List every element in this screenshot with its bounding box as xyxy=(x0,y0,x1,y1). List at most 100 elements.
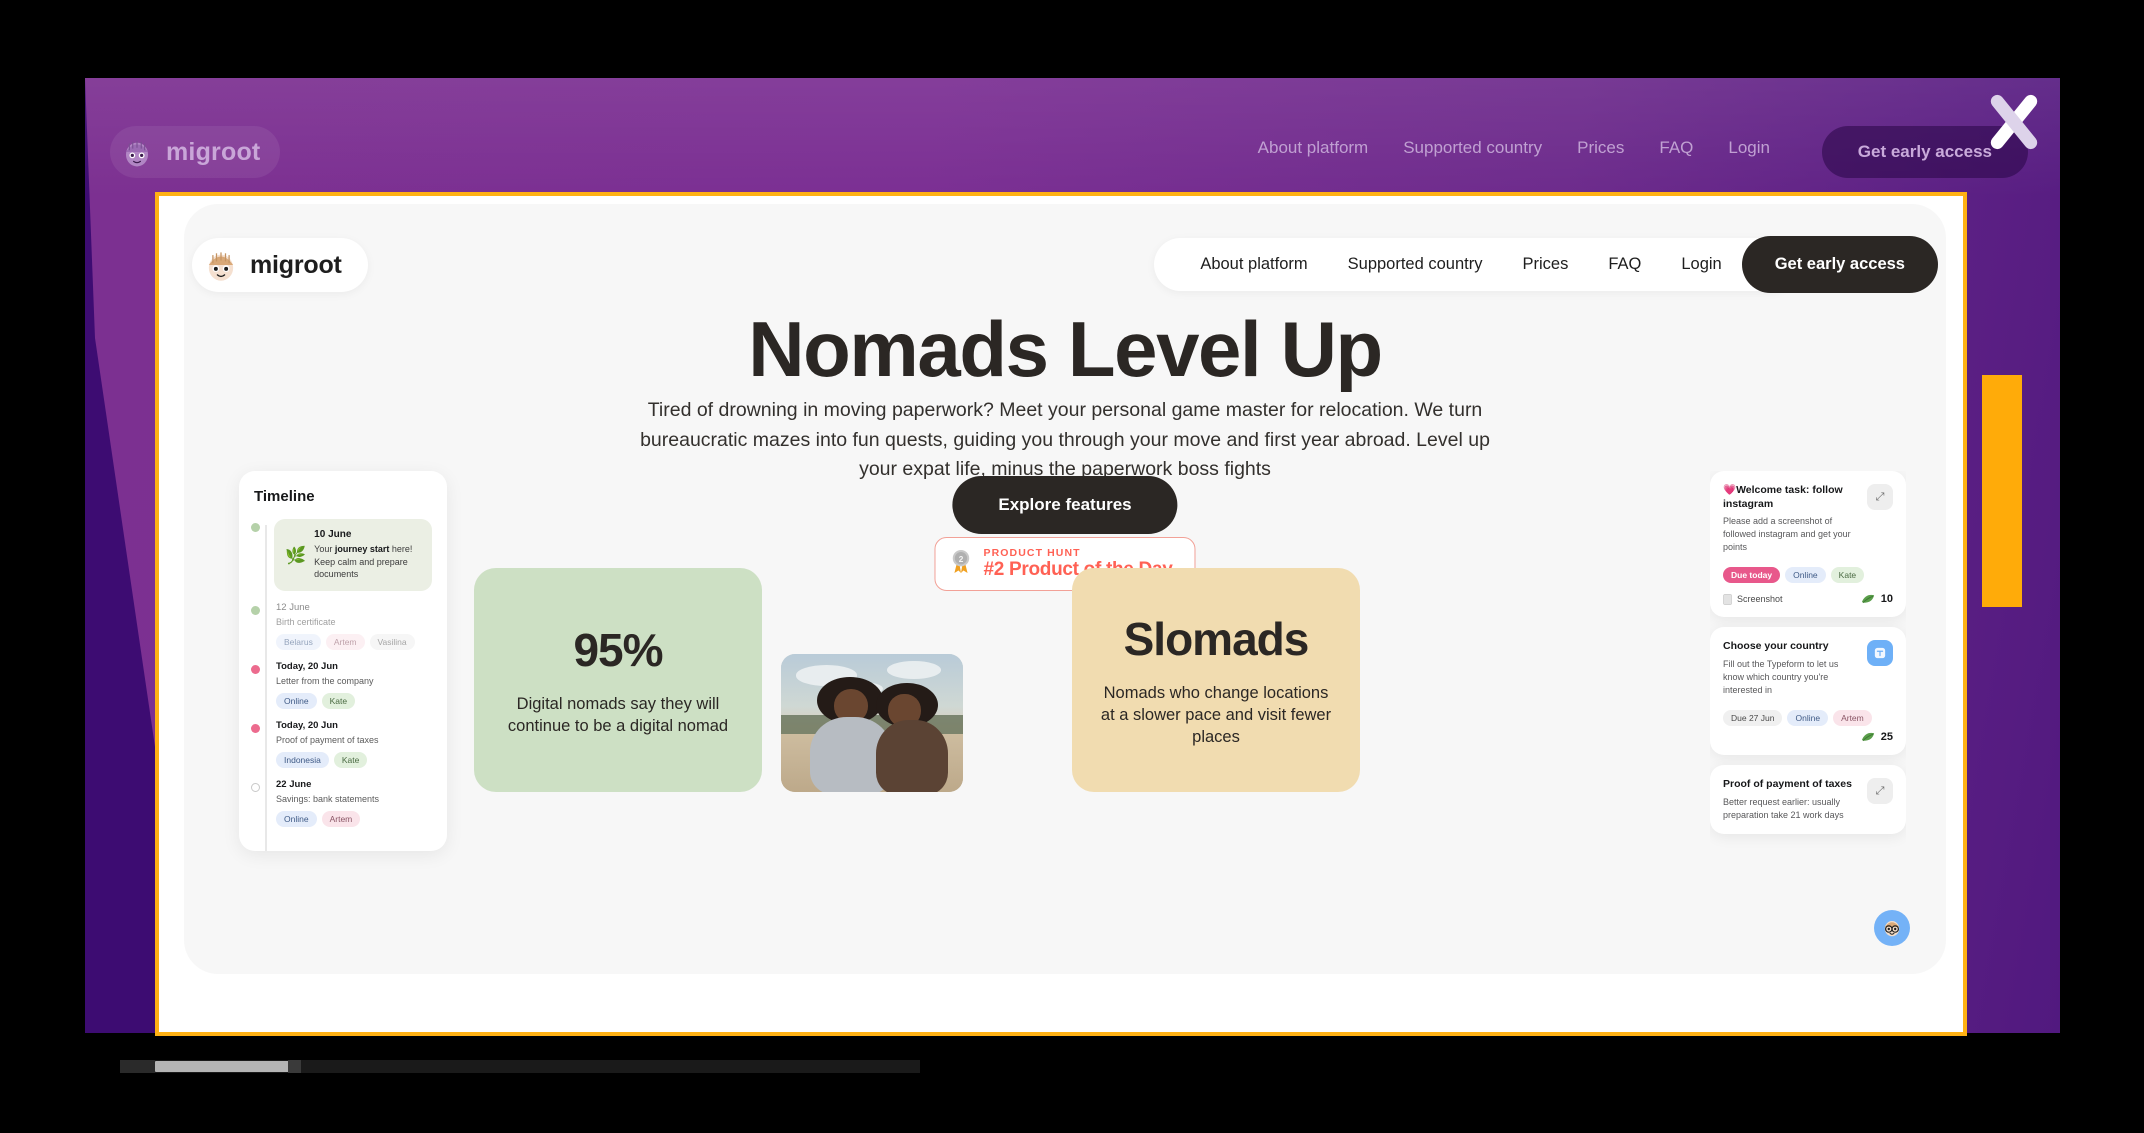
timeline-item[interactable]: Today, 20 Jun Letter from the company On… xyxy=(251,661,432,710)
bg-nav-item-about[interactable]: About platform xyxy=(1258,138,1369,158)
scrollbar-thumb[interactable] xyxy=(155,1061,290,1072)
timeline-dot xyxy=(251,605,260,615)
page-title: Nomads Level Up xyxy=(748,305,1383,393)
timeline-dot xyxy=(251,523,260,532)
status-badge: Due 27 Jun xyxy=(1723,710,1783,727)
modal-nav: About platform Supported country Prices … xyxy=(1154,236,1938,293)
task-desc: Better request earlier: usually preparat… xyxy=(1723,796,1844,820)
timeline-dot xyxy=(251,783,260,793)
task-points: 10 xyxy=(1861,593,1893,605)
task-title: 💗Welcome task: follow instagram xyxy=(1723,484,1843,510)
timeline-date: 22 June xyxy=(276,779,312,791)
tag: Online xyxy=(1787,710,1829,727)
task-header: Proof of payment of taxes Better request… xyxy=(1723,778,1893,822)
horizontal-scrollbar[interactable] xyxy=(120,1060,920,1073)
background-logo[interactable]: migroot xyxy=(110,126,281,178)
task-card-welcome[interactable]: 💗Welcome task: follow instagram Please a… xyxy=(1710,471,1906,618)
tag: Kate xyxy=(321,693,356,710)
timeline-dot xyxy=(251,724,260,734)
timeline-item[interactable]: 22 June Savings: bank statements Online … xyxy=(251,779,432,828)
nav-item-faq[interactable]: FAQ xyxy=(1608,255,1641,274)
svg-text:2: 2 xyxy=(959,555,964,564)
timeline-item[interactable]: 12 June Birth certificate Belarus Artem … xyxy=(251,601,432,650)
tag: Artem xyxy=(321,811,361,828)
stat-value: Slomads xyxy=(1123,612,1310,665)
task-points-value: 25 xyxy=(1880,731,1893,744)
migroot-avatar-icon xyxy=(203,247,239,283)
task-attachment[interactable]: Screenshot xyxy=(1723,594,1783,605)
scrollbar-left-region[interactable] xyxy=(120,1060,155,1073)
timeline-desc: Proof of payment of taxes xyxy=(276,735,379,746)
task-tags: Due 27 Jun Online Artem 25 xyxy=(1723,710,1893,743)
stat-caption: Digital nomads say they will continue to… xyxy=(507,694,729,735)
timeline-tags: Online Kate xyxy=(276,693,432,710)
timeline-hero-desc: Your journey start here! Keep calm and p… xyxy=(314,544,413,580)
timeline-hero-box: 🌿 10 June Your journey start here! Keep … xyxy=(274,519,432,591)
task-header: Choose your country Fill out the Typefor… xyxy=(1723,640,1893,697)
tag: Belarus xyxy=(276,633,321,650)
typeform-icon[interactable] xyxy=(1867,640,1893,667)
plant-icon: 🌿 xyxy=(285,546,307,565)
modal-logo[interactable]: migroot xyxy=(192,238,368,292)
background-nav: About platform Supported country Prices … xyxy=(1258,138,1770,158)
document-icon xyxy=(1723,594,1732,605)
nav-item-about-platform[interactable]: About platform xyxy=(1200,255,1307,274)
timeline-desc: Birth certificate xyxy=(276,616,336,627)
task-list: 💗Welcome task: follow instagram Please a… xyxy=(1710,471,1906,856)
task-points-value: 10 xyxy=(1880,593,1893,606)
get-early-access-button[interactable]: Get early access xyxy=(1741,236,1938,293)
bg-nav-item-supported-country[interactable]: Supported country xyxy=(1403,138,1542,158)
status-badge: Due today xyxy=(1723,567,1781,584)
task-header: 💗Welcome task: follow instagram Please a… xyxy=(1723,484,1893,554)
nav-item-login[interactable]: Login xyxy=(1681,255,1721,274)
nav-item-prices[interactable]: Prices xyxy=(1522,255,1568,274)
timeline-date: 12 June xyxy=(276,601,310,613)
timeline-tags: Indonesia Kate xyxy=(276,752,432,769)
screen: migroot About platform Supported country… xyxy=(0,0,2144,1133)
task-points: 25 xyxy=(1861,731,1893,743)
task-attachment-label: Screenshot xyxy=(1737,594,1783,605)
timeline-item[interactable]: Today, 20 Jun Proof of payment of taxes … xyxy=(251,720,432,769)
task-card-choose-country[interactable]: Choose your country Fill out the Typefor… xyxy=(1710,627,1906,756)
tag: Artem xyxy=(1833,710,1872,727)
timeline-hero-item[interactable]: 🌿 10 June Your journey start here! Keep … xyxy=(251,519,432,591)
close-x-icon[interactable] xyxy=(1974,82,2054,162)
hero-subtitle: Tired of drowning in moving paperwork? M… xyxy=(640,399,1490,481)
explore-features-button[interactable]: Explore features xyxy=(952,476,1178,534)
modal-nav-pill: About platform Supported country Prices … xyxy=(1154,238,1796,291)
task-desc: Fill out the Typeform to let us know whi… xyxy=(1723,659,1839,696)
arrow-down-right-icon[interactable]: ⤢ xyxy=(1867,778,1893,805)
tag: Indonesia xyxy=(276,752,329,769)
tag: Online xyxy=(1785,567,1826,584)
bg-nav-item-prices[interactable]: Prices xyxy=(1577,138,1624,158)
leaf-icon xyxy=(1861,733,1874,742)
support-chat-button[interactable] xyxy=(1874,910,1910,946)
stat-value: 95% xyxy=(573,623,663,676)
beach-photo xyxy=(781,654,963,792)
bg-nav-item-faq[interactable]: FAQ xyxy=(1659,138,1693,158)
task-card-proof-of-taxes[interactable]: Proof of payment of taxes Better request… xyxy=(1710,765,1906,834)
task-tags: Due today Online Kate xyxy=(1723,567,1893,584)
tag: Vasilina xyxy=(369,633,415,650)
task-title: Proof of payment of taxes xyxy=(1723,778,1852,791)
bg-nav-item-login[interactable]: Login xyxy=(1728,138,1770,158)
timeline-desc: Savings: bank statements xyxy=(276,794,380,805)
timeline-desc: Letter from the company xyxy=(276,675,374,686)
timeline-hero-date: 10 June xyxy=(314,529,352,540)
timeline-dot xyxy=(251,664,260,674)
arrow-down-right-icon[interactable]: ⤢ xyxy=(1867,484,1893,510)
task-desc: Please add a screenshot of followed inst… xyxy=(1723,516,1851,553)
stat-card-nomads: 95% Digital nomads say they will continu… xyxy=(474,568,762,792)
timeline-tags: Belarus Artem Vasilina xyxy=(276,633,432,650)
task-footer: Screenshot 10 xyxy=(1723,593,1893,605)
timeline-card: Timeline 🌿 10 June Your journey start he… xyxy=(239,471,447,851)
nav-item-supported-country[interactable]: Supported country xyxy=(1348,255,1483,274)
support-avatar-icon xyxy=(1880,915,1904,942)
tag: Artem xyxy=(325,633,365,650)
product-hunt-label: PRODUCT HUNT xyxy=(983,547,1081,559)
tag: Online xyxy=(276,811,317,828)
tag: Online xyxy=(276,693,317,710)
timeline-date: Today, 20 Jun xyxy=(276,720,338,732)
amber-accent-bar xyxy=(1982,375,2022,607)
modal-frame: migroot About platform Supported country… xyxy=(155,192,1967,1036)
